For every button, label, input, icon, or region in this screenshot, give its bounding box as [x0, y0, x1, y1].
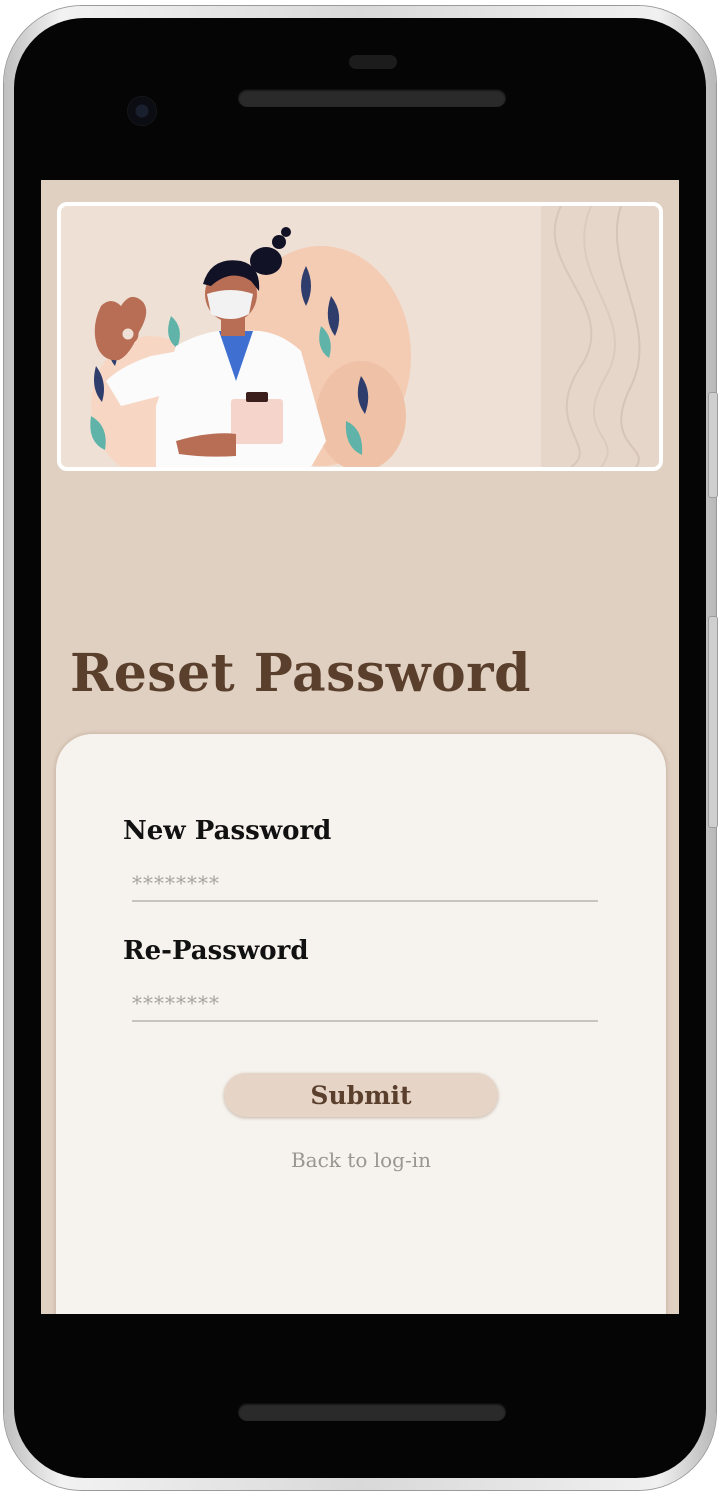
new-password-label: New Password	[123, 816, 332, 846]
earpiece	[349, 55, 397, 69]
back-to-login-link[interactable]: Back to log-in	[56, 1148, 666, 1172]
doctor-illustration	[90, 206, 659, 467]
wave-panel	[541, 206, 659, 467]
top-speaker	[238, 89, 506, 107]
bottom-speaker	[238, 1403, 506, 1421]
re-password-label: Re-Password	[123, 936, 309, 966]
re-password-input[interactable]	[132, 986, 598, 1022]
app-screen: Reset Password New Password Re-Password …	[41, 180, 679, 1314]
reset-password-card: New Password Re-Password Submit Back to …	[56, 734, 666, 1314]
power-button	[708, 392, 718, 498]
new-password-input[interactable]	[132, 866, 598, 902]
volume-button	[708, 616, 718, 828]
page-title: Reset Password	[70, 643, 531, 704]
front-camera-icon	[127, 96, 157, 126]
banner-illustration	[57, 202, 663, 471]
submit-button[interactable]: Submit	[224, 1073, 498, 1117]
